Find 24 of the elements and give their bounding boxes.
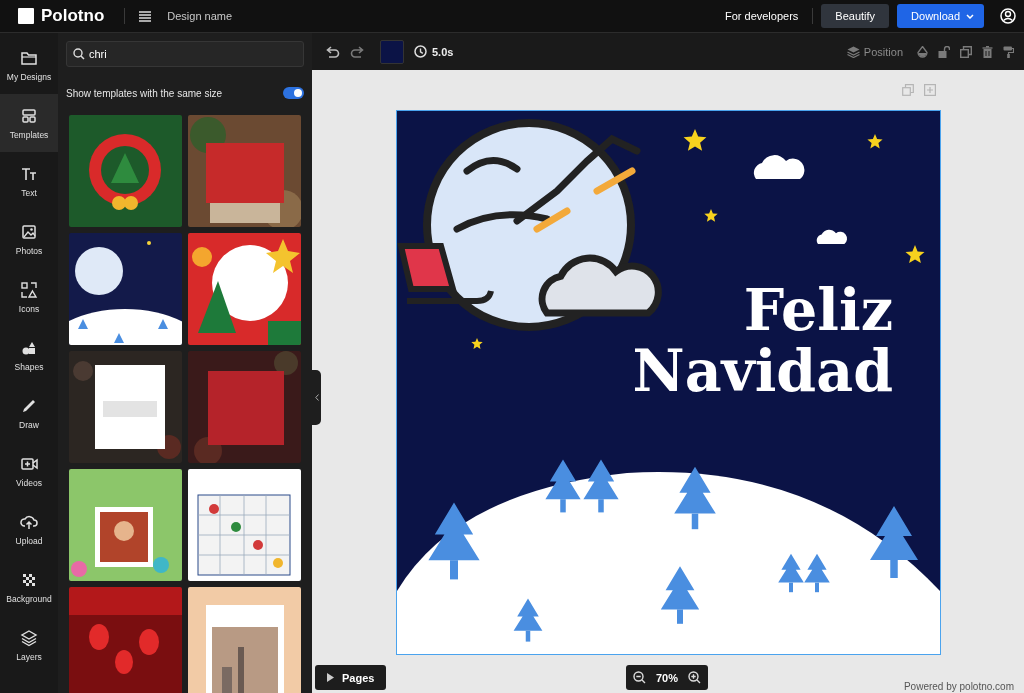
sidebar-tab[interactable]: Photos <box>0 210 58 268</box>
beautify-button[interactable]: Beautify <box>821 4 890 28</box>
logo-text: Polotno <box>41 6 105 26</box>
canvas-title[interactable]: Feliz Navidad <box>632 279 893 401</box>
sidebar-tab[interactable]: Shapes <box>0 326 58 384</box>
sidebar-tab[interactable]: Templates <box>0 94 58 152</box>
toggle-label: Show templates with the same size <box>66 87 223 99</box>
sidebar-tab[interactable]: Text <box>0 152 58 210</box>
sidebar-tab[interactable]: Background <box>0 558 58 616</box>
position-button[interactable]: Position <box>863 45 903 58</box>
sidebar-tab[interactable]: Layers <box>0 616 58 674</box>
zoom-level: 70% <box>656 671 679 684</box>
search-field[interactable]: chri <box>66 41 304 67</box>
sidebar-tab[interactable]: Videos <box>0 442 58 500</box>
duration-text[interactable]: 5.0s <box>432 45 454 58</box>
sidebar-tab[interactable]: Icons <box>0 268 58 326</box>
powered-by-text: Powered by polotno.com <box>903 681 1014 692</box>
design-name[interactable]: Design name <box>167 10 233 22</box>
sidebar-tab[interactable]: My Designs <box>0 36 58 94</box>
pages-button[interactable]: Pages <box>315 665 387 690</box>
download-button[interactable]: Download <box>897 4 984 28</box>
sidebar-tab[interactable]: Upload <box>0 500 58 558</box>
developers-link[interactable]: For developers <box>724 10 799 22</box>
sidebar-tab[interactable]: Draw <box>0 384 58 442</box>
